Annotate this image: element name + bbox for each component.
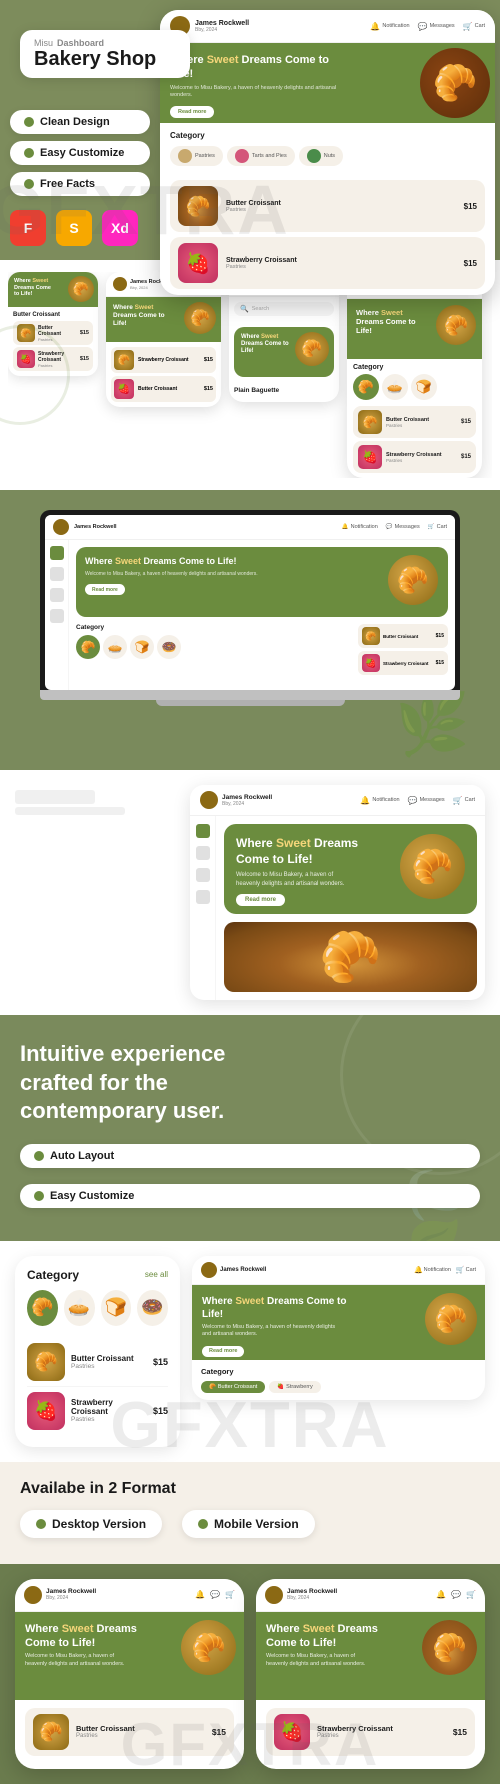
chip-nuts[interactable]: Nuts <box>299 146 343 166</box>
dot-icon <box>198 1519 208 1529</box>
category-section: Category Pastries Tarts and Pies Nuts <box>160 123 495 174</box>
auto-layout-badge: Auto Layout <box>20 1144 480 1168</box>
right-preview-panel: James Rockwell 🔔Notification 🛒Cart Where… <box>192 1256 485 1400</box>
desktop-format-badge: Desktop Version <box>20 1510 162 1538</box>
product-item-butter[interactable]: 🥐 Butter Croissant Pastries $15 <box>170 180 485 232</box>
section-formats: Availabe in 2 Format Desktop Version Mob… <box>0 1462 500 1564</box>
feature-clean-design: Clean Design <box>10 110 150 134</box>
section-laptop: James Rockwell 🔔Notification 💬Messages 🛒… <box>0 490 500 770</box>
easy-customize-badge: Easy Customize <box>20 1184 480 1208</box>
hero-title: Where Sweet Dreams Come to Life! <box>170 53 343 82</box>
ui-nav-header: James Rockwell Bby, 2024 🔔 Notification … <box>160 10 495 43</box>
dot-icon <box>36 1519 46 1529</box>
shop-title: Bakery Shop <box>34 48 176 70</box>
hero-food-image: 🥐 <box>420 48 490 118</box>
product-info: Butter Croissant Pastries <box>226 200 456 213</box>
dot-icon <box>34 1191 44 1201</box>
section-header: Misu Dashboard Bakery Shop Clean Design … <box>0 0 500 260</box>
nav-cart[interactable]: 🛒 Cart <box>463 22 485 31</box>
category-chips: Pastries Tarts and Pies Nuts <box>170 146 485 166</box>
phone-mockup-1: Where Sweet Dreams Come to Life! 🥐 Butte… <box>8 272 98 376</box>
chip-tarts[interactable]: Tarts and Pies <box>227 146 295 166</box>
intuitive-title: Intuitive experience crafted for the con… <box>20 1040 270 1126</box>
nav-notification[interactable]: 🔔 Notification <box>370 22 409 31</box>
category-title: Category <box>27 1268 79 1282</box>
formats-title: Availabe in 2 Format <box>20 1480 480 1498</box>
section-intuitive: Intuitive experience crafted for the con… <box>0 1015 500 1241</box>
category-title: Category <box>170 131 485 140</box>
user-name: James Rockwell <box>195 20 249 27</box>
sketch-icon: S <box>56 210 92 246</box>
user-date: Bby, 2024 <box>195 27 249 33</box>
ui-navigation: 🔔 Notification 💬 Messages 🛒 Cart <box>370 22 485 31</box>
left-text-panel <box>15 785 175 825</box>
section-desktop-preview: James Rockwell Bby, 2024 🔔Notification 💬… <box>0 770 500 1015</box>
misu-label: Misu <box>34 38 53 48</box>
dot-icon <box>24 117 34 127</box>
desktop-ui-mockup: James Rockwell Bby, 2024 🔔Notification 💬… <box>190 785 485 1000</box>
product-item-strawberry[interactable]: 🍓 Strawberry Croissant Pastries $15 <box>170 237 485 289</box>
nav-messages[interactable]: 💬 Messages <box>418 22 455 31</box>
main-phone-mockup: James Rockwell Bby, 2024 🔔 Notification … <box>160 10 495 295</box>
chip-pastries[interactable]: Pastries <box>170 146 223 166</box>
category-product-list: 🥐 Butter Croissant Pastries $15 🍓 Strawb… <box>27 1338 168 1435</box>
figma-icon: F <box>10 210 46 246</box>
product-info: Strawberry Croissant Pastries <box>226 257 456 270</box>
dot-icon <box>24 179 34 189</box>
bottom-phone-left: James Rockwell Bby, 2024 🔔💬🛒 Where Sweet… <box>15 1579 244 1769</box>
section-category-phone: Category see all 🥐 🥧 🍞 🍩 🥐 Butter Croiss… <box>0 1241 500 1462</box>
laptop-mockup: James Rockwell 🔔Notification 💬Messages 🛒… <box>40 510 460 706</box>
product-list: 🥐 Butter Croissant Pastries $15 🍓 Strawb… <box>160 174 495 295</box>
mobile-format-badge: Mobile Version <box>182 1510 315 1538</box>
see-all-link[interactable]: see all <box>145 1270 168 1279</box>
xd-icon: Xd <box>102 210 138 246</box>
product-image: 🥐 <box>178 186 218 226</box>
bottom-phone-right: James Rockwell Bby, 2024 🔔💬🛒 Where Sweet… <box>256 1579 485 1769</box>
tool-icons: F S Xd <box>10 210 138 246</box>
category-card: Category see all 🥐 🥧 🍞 🍩 🥐 Butter Croiss… <box>15 1256 180 1447</box>
feature-free-facts: Free Facts <box>10 172 150 196</box>
feature-easy-customize: Easy Customize <box>10 141 150 165</box>
dot-icon <box>34 1151 44 1161</box>
phone-mockup-large: James Rockwell Bby, 2024 🔔💬🛒 Where Sweet… <box>347 272 482 478</box>
hero-subtitle: Welcome to Misu Bakery, a haven of heave… <box>170 85 343 100</box>
section-bottom-phones: James Rockwell Bby, 2024 🔔💬🛒 Where Sweet… <box>0 1564 500 1784</box>
hero-section: Where Sweet Dreams Come to Life! Welcome… <box>160 43 495 123</box>
header-badge: Misu Dashboard Bakery Shop <box>20 30 190 78</box>
read-more-button[interactable]: Read more <box>170 106 214 118</box>
dashboard-label: Dashboard <box>57 38 104 48</box>
product-image: 🍓 <box>178 243 218 283</box>
dot-icon <box>24 148 34 158</box>
